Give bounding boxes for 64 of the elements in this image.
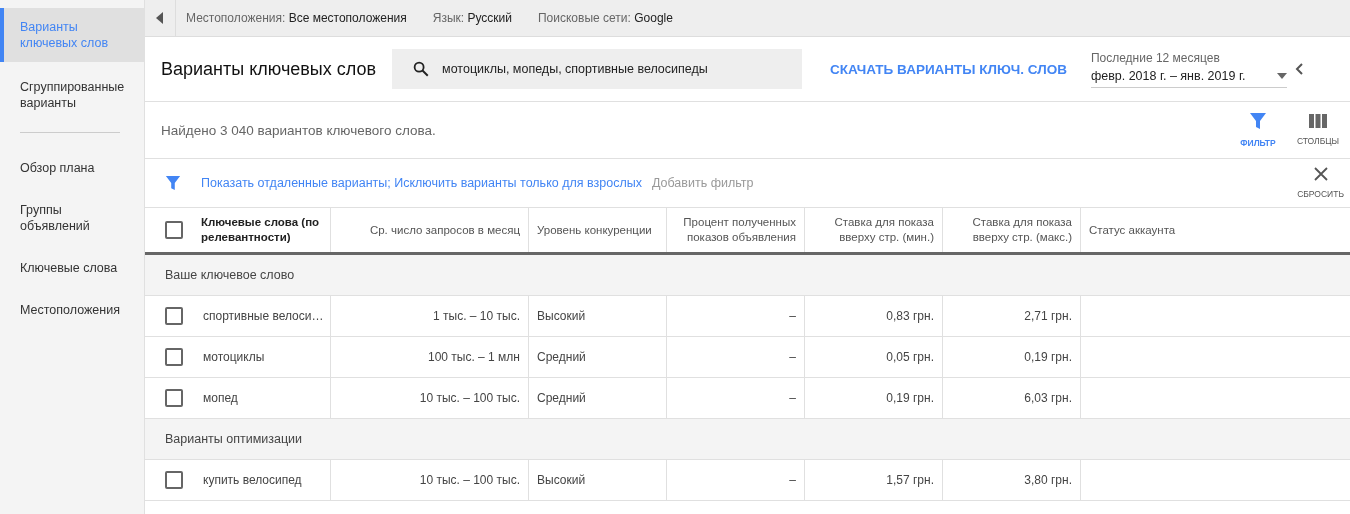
table-cell: 3,80 грн.	[1024, 473, 1072, 487]
setting-item[interactable]: Местоположения: Все местоположения	[186, 11, 407, 25]
sidebar-item[interactable]: Местоположения	[0, 293, 144, 327]
table-cell: 1 тыс. – 10 тыс.	[433, 309, 520, 323]
table-cell: 10 тыс. – 100 тыс.	[419, 473, 520, 487]
sidebar-item[interactable]: Обзор плана	[0, 151, 144, 185]
column-header[interactable]: Уровень конкуренции	[537, 222, 652, 238]
column-header[interactable]: Ставка для показа вверху стр. (макс.)	[951, 215, 1072, 245]
group-title: Варианты оптимизации	[165, 432, 303, 446]
select-all-checkbox[interactable]	[165, 221, 183, 239]
column-header[interactable]: Ср. число запросов в месяц	[369, 222, 520, 238]
table-cell: –	[789, 350, 796, 364]
search-icon	[412, 60, 431, 78]
period-dropdown[interactable]: февр. 2018 г. – янв. 2019 г.	[1090, 64, 1287, 88]
table-cell: 0,05 грн.	[886, 350, 934, 364]
table-cell: 2,71 грн.	[1024, 309, 1072, 323]
sidebar-item[interactable]: Ключевые слова	[0, 251, 144, 285]
table-cell: Средний	[537, 350, 586, 364]
row-checkbox[interactable]	[165, 307, 183, 325]
table-cell: Высокий	[537, 309, 586, 323]
table-cell: 0,83 грн.	[886, 309, 934, 323]
sidebar-item[interactable]: Группы объявлений	[0, 193, 144, 243]
keyword-cell: спортивные велоси…	[203, 309, 324, 323]
table-cell: –	[789, 473, 796, 487]
keyword-cell: мопед	[203, 391, 238, 405]
chevron-left-icon[interactable]	[1294, 63, 1303, 75]
filter-icon	[1249, 112, 1267, 130]
table-cell: 0,19 грн.	[886, 391, 934, 405]
search-field[interactable]: мотоциклы, мопеды, спортивные велосипеды	[392, 49, 803, 89]
table-cell: 6,03 грн.	[1024, 391, 1072, 405]
reset-button[interactable]: СБРОСИТЬ	[1297, 167, 1344, 199]
column-header[interactable]: Ключевые слова (по релевантности)	[201, 215, 322, 245]
keyword-cell: мотоциклы	[203, 350, 265, 364]
row-checkbox[interactable]	[165, 389, 183, 407]
period-label: Последние 12 месяцев	[1090, 50, 1221, 65]
results-count: Найдено 3 040 вариантов ключевого слова.	[161, 122, 437, 138]
close-icon	[1313, 167, 1328, 181]
column-header[interactable]: Ставка для показа вверху стр. (мин.)	[813, 215, 934, 245]
table-cell: –	[789, 391, 796, 405]
table-cell: 10 тыс. – 100 тыс.	[419, 391, 520, 405]
setting-item[interactable]: Язык: Русский	[432, 11, 512, 25]
active-filters-link[interactable]: Показать отдаленные варианты; Исключить варианты только для взрослых	[201, 176, 642, 190]
column-header[interactable]: Статус аккаунта	[1089, 222, 1176, 238]
table-cell: Средний	[537, 391, 586, 405]
columns-icon	[1309, 114, 1327, 128]
filter-button[interactable]: ФИЛЬТР	[1230, 112, 1286, 148]
caret-icon	[1276, 72, 1287, 79]
columns-button[interactable]: СТОЛБЦЫ	[1290, 114, 1346, 146]
page-title: Варианты ключевых слов	[161, 58, 377, 80]
keyword-cell: купить велосипед	[203, 473, 302, 487]
filter-icon	[165, 175, 181, 191]
group-title: Ваше ключевое слово	[165, 268, 295, 282]
table-cell: 0,19 грн.	[1024, 350, 1072, 364]
row-checkbox[interactable]	[165, 471, 183, 489]
table-cell: –	[789, 309, 796, 323]
download-link[interactable]: СКАЧАТЬ ВАРИАНТЫ КЛЮЧ. СЛОВ	[830, 61, 1067, 77]
left-triangle-icon	[156, 12, 164, 24]
table-cell: 1,57 грн.	[886, 473, 934, 487]
table-cell: 100 тыс. – 1 млн	[427, 350, 520, 364]
row-checkbox[interactable]	[165, 348, 183, 366]
setting-item[interactable]: Поисковые сети: Google	[537, 11, 673, 25]
column-header[interactable]: Процент полученных показов объявления	[675, 215, 796, 245]
table-cell: Высокий	[537, 473, 586, 487]
sidebar-item[interactable]: Сгруппированные варианты	[0, 70, 144, 120]
